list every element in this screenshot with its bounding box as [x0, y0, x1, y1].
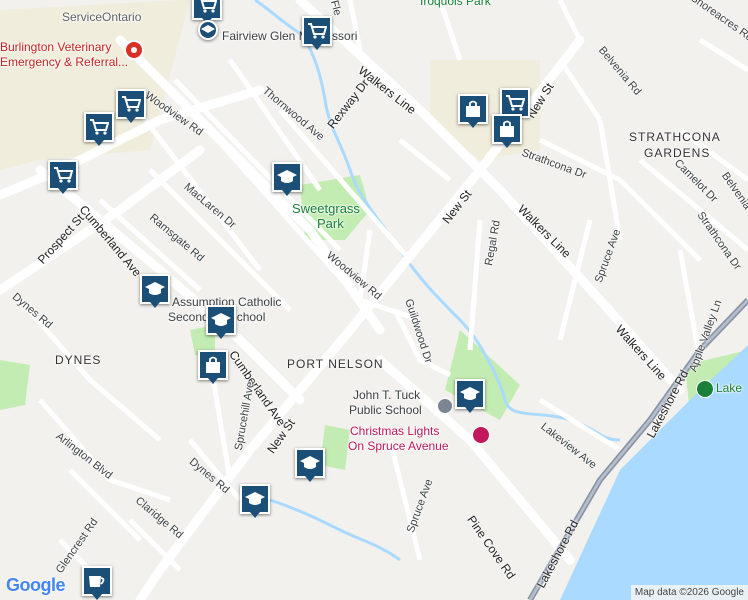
cart-icon: [506, 95, 525, 111]
graduation-cap-icon: [201, 25, 215, 33]
school-marker[interactable]: [455, 379, 485, 413]
shopping-bag-marker[interactable]: [458, 94, 488, 128]
area-label-port-nelson: PORT NELSON: [287, 357, 384, 371]
cart-icon: [90, 119, 109, 135]
graduation-cap-icon: [300, 456, 320, 469]
cart-icon: [308, 23, 327, 39]
graduation-cap-icon: [245, 492, 265, 505]
poi-label-vet-2[interactable]: Emergency & Referral...: [0, 55, 128, 69]
poi-label-christmas-2[interactable]: On Spruce Avenue: [348, 439, 449, 453]
poi-label-john-tuck[interactable]: John T. Tuck: [353, 388, 420, 402]
school-marker[interactable]: [198, 20, 228, 54]
shopping-bag-icon: [206, 356, 220, 373]
google-logo: Google: [6, 575, 66, 596]
park-tree-icon[interactable]: [696, 380, 714, 398]
shopping-cart-marker[interactable]: [302, 16, 332, 50]
shopping-cart-marker[interactable]: [116, 89, 146, 123]
area-label-strathcona: STRATHCONA: [629, 130, 721, 144]
school-marker[interactable]: [295, 448, 325, 482]
poi-label-sweetgrass-park[interactable]: Park: [317, 217, 344, 231]
poi-label-iroquois[interactable]: Iroquois Park: [420, 0, 491, 8]
poi-label-vet[interactable]: Burlington Veterinary: [0, 40, 111, 54]
shopping-cart-marker[interactable]: [48, 160, 78, 194]
area-label-dynes: DYNES: [55, 353, 102, 367]
shopping-bag-marker[interactable]: [198, 350, 228, 384]
area-label-gardens: GARDENS: [644, 146, 711, 160]
poi-label-lake[interactable]: Lake: [716, 381, 742, 395]
coffee-cup-icon: [89, 576, 105, 587]
graduation-cap-icon: [211, 313, 231, 326]
shopping-bag-icon: [500, 120, 514, 137]
school-marker[interactable]: [240, 484, 270, 518]
poi-label-christmas[interactable]: Christmas Lights: [350, 424, 439, 438]
shopping-bag-icon: [466, 100, 480, 117]
cart-icon: [200, 0, 217, 13]
graduation-cap-icon: [460, 387, 480, 400]
vet-marker-icon[interactable]: [124, 40, 144, 60]
graduation-cap-icon: [277, 170, 297, 183]
shopping-cart-marker[interactable]: [84, 112, 114, 146]
google-logo-text: Google: [6, 575, 66, 595]
school-marker[interactable]: [140, 274, 170, 308]
graduation-cap-icon: [145, 282, 165, 295]
camera-icon[interactable]: [472, 426, 490, 444]
map-attribution[interactable]: Map data ©2026 Google: [630, 585, 748, 600]
cart-icon: [54, 167, 73, 183]
poi-label-serviceontario[interactable]: ServiceOntario: [62, 10, 141, 24]
school-marker[interactable]: [206, 305, 236, 339]
school-dot-icon[interactable]: [437, 398, 453, 414]
poi-label-sweetgrass[interactable]: Sweetgrass: [292, 202, 360, 216]
poi-label-john-tuck-2[interactable]: Public School: [349, 403, 422, 417]
school-marker[interactable]: [272, 162, 302, 196]
cart-icon: [122, 96, 141, 112]
cafe-marker[interactable]: [82, 566, 112, 600]
poi-label-fairview[interactable]: Fairview Glen Montessori: [222, 29, 357, 43]
shopping-bag-marker[interactable]: [492, 114, 522, 148]
map-canvas[interactable]: PORT NELSON DYNES STRATHCONA GARDENS Wal…: [0, 0, 748, 600]
